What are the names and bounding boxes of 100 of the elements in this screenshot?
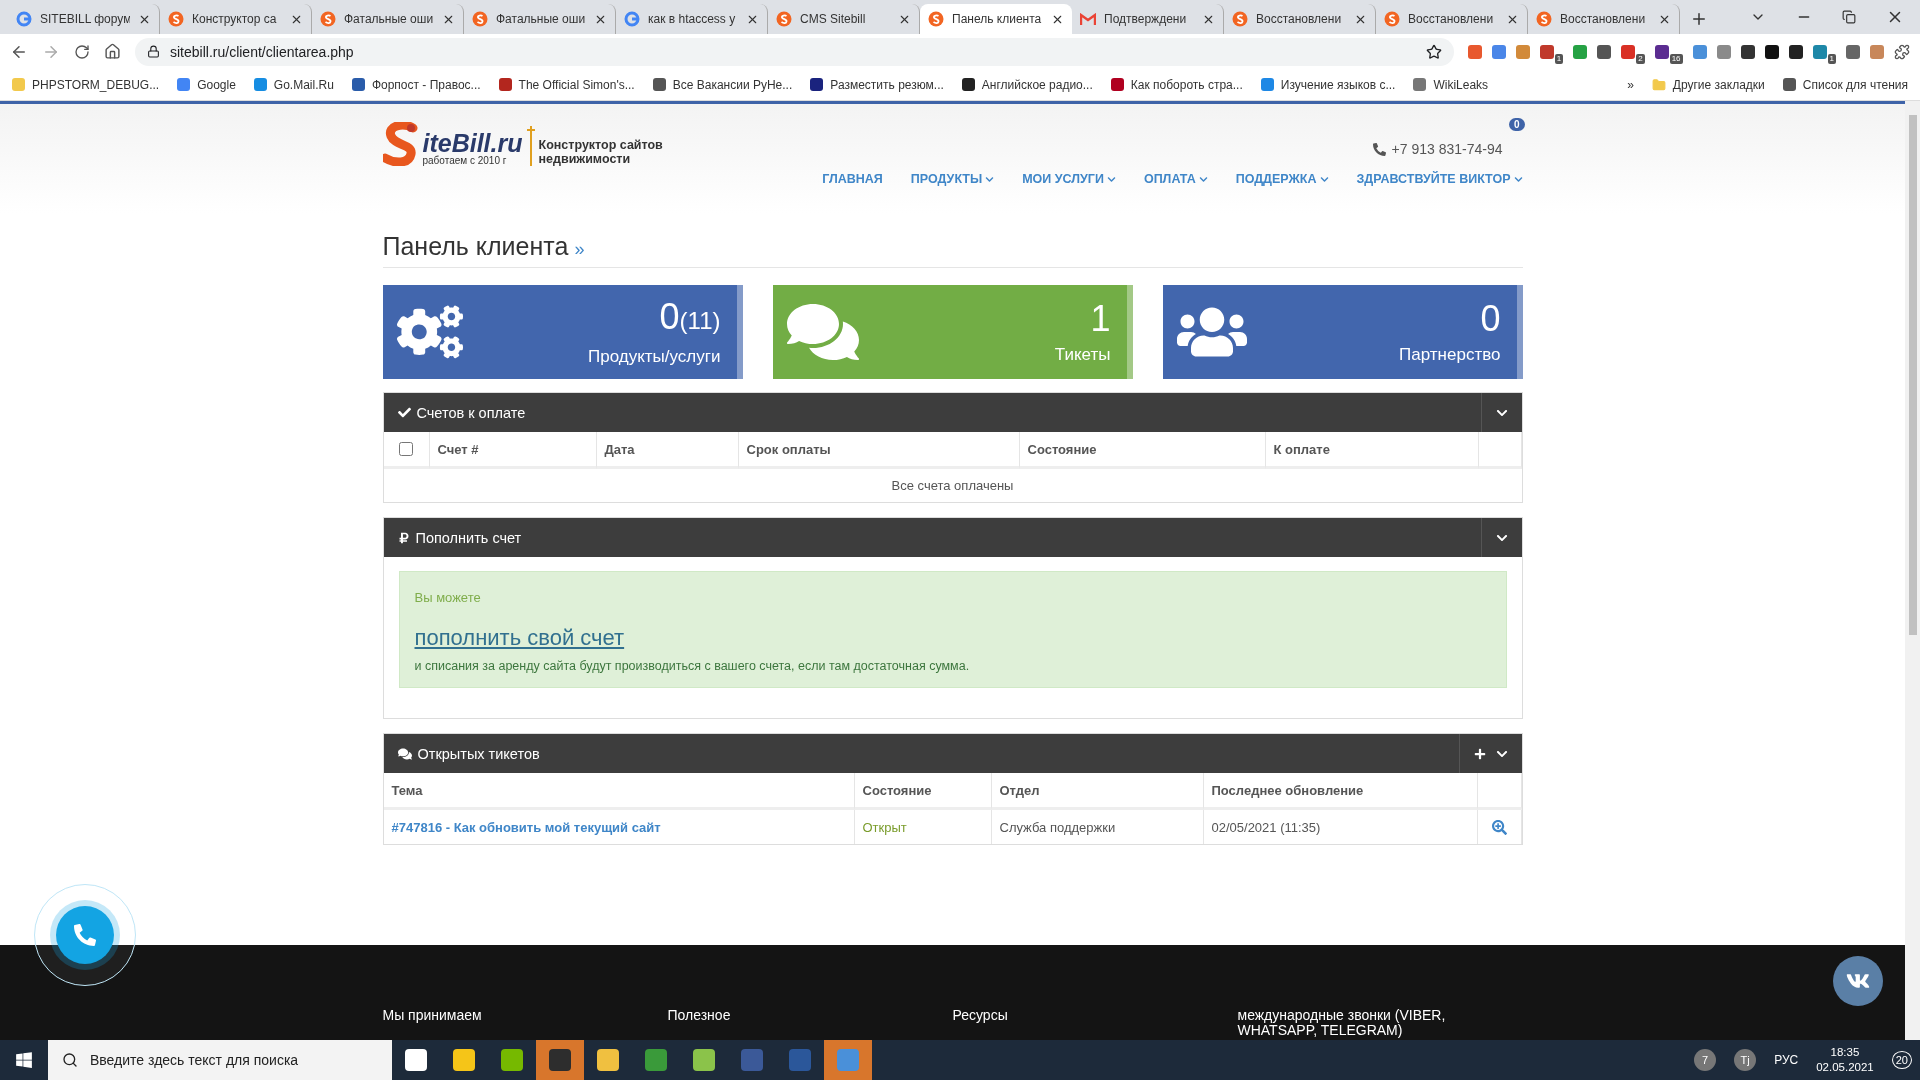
breadcrumb-mark: » [574,239,585,260]
tray-icon[interactable]: Tj [1734,1049,1757,1071]
select-all-checkbox[interactable] [399,442,413,456]
extension-icon[interactable] [1654,44,1669,59]
logo-subtitle: Конструктор сайтов [538,138,663,152]
bookmark-star-icon[interactable] [1425,43,1442,60]
new-tab-icon[interactable] [1690,10,1708,28]
call-button[interactable] [56,906,114,964]
add-icon[interactable] [1473,747,1486,760]
table-cell: Служба поддержки [991,810,1204,844]
bookmark[interactable]: The Official Simon's... [498,77,635,92]
browser-tab[interactable]: Панель клиента [920,4,1072,34]
top-up-link[interactable]: пополнить свой счет [414,625,625,651]
bookmark-folder[interactable]: Другие закладки [1651,77,1765,92]
panel-title: Открытых тикетов [417,745,540,762]
caret-icon [1513,174,1523,184]
info-text: и списания за аренду сайта будут производиться с вашего счета, если там достаточная сумма. [414,659,971,673]
restore-icon[interactable] [1842,10,1856,24]
tile-label: Продукты/услуги [588,347,721,367]
bookmark[interactable]: Изучение языков с... [1260,77,1396,92]
dragon-logo-icon [382,122,419,166]
bookmark[interactable]: Форпост - Правос... [351,77,481,92]
zoom-icon[interactable] [1491,819,1507,835]
tile-count: 0 [1479,299,1501,339]
site-logo[interactable]: iteBill.ru работаем с 2010 г Конструктор сайтов недвижимости [382,122,663,166]
windows-icon [15,1051,33,1069]
search-icon [62,1052,78,1068]
bookmark[interactable]: Все Вакансии РуНе... [652,77,793,92]
cart-count-badge: 0 [1508,118,1525,131]
bookmark[interactable]: Как побороть стра... [1110,77,1243,92]
logo-name: iteBill.ru [422,131,523,155]
page-title: Панель клиента [382,232,569,261]
caret-icon [1319,174,1329,184]
extension-icon[interactable] [1788,44,1803,59]
clock[interactable]: 18:35 02.05.2021 [1816,1045,1874,1075]
lock-icon [147,45,160,58]
column-header[interactable]: К оплате [1265,432,1479,469]
language-indicator[interactable]: РУС [1774,1053,1799,1067]
footer-heading: Мы принимаем [382,1008,483,1025]
tile-count: 1 [1089,299,1111,339]
extension-badge: 1 [1827,53,1836,64]
search-placeholder: Введите здесь текст для поиска [90,1052,299,1068]
column-header[interactable]: Счет # [429,432,597,469]
footer-heading: международные звонки (VIBER, WHATSAPP, TELEGRAM) [1237,1008,1447,1038]
stat-tile[interactable]: 0 Партнерство [1162,285,1523,379]
logo-tagline: работаем с 2010 г [422,155,508,166]
footer-heading: Ресурсы [952,1008,1009,1025]
bookmark[interactable]: WikiLeaks [1413,77,1489,92]
chat-icon [397,746,412,761]
column-header[interactable]: Отдел [991,773,1204,810]
folder-icon [1651,77,1666,92]
column-header[interactable]: Тема [383,773,855,810]
column-header[interactable]: Состояние [1019,432,1266,469]
bookmark[interactable]: Google [177,77,236,92]
ticket-link[interactable]: #747816 - Как обновить мой текущий сайт [391,819,661,835]
caret-icon [1198,174,1208,184]
empty-message: Все счета оплачены [890,477,1015,495]
address-text: sitebill.ru/client/clientarea.php [170,43,355,60]
nav-link[interactable]: ПРОДУКТЫ [910,172,995,186]
logo-subtitle: недвижимости [538,152,632,166]
phone-icon [1372,142,1386,156]
panel-title: Пополнить счет [415,529,522,546]
status-cell: Открыт [854,810,992,844]
column-header[interactable]: Дата [596,432,739,469]
phone-icon [74,924,96,946]
nav-link[interactable]: ЗДРАВСТВУЙТЕ ВИКТОР [1356,172,1523,186]
reading-list-button[interactable]: Список для чтения [1782,77,1908,92]
panel-title: Счетов к оплате [416,404,526,421]
tile-count: 0(11) [658,297,721,339]
scrollbar-thumb[interactable] [1908,115,1917,635]
tray-icon[interactable]: 7 [1694,1049,1717,1071]
extension-icon[interactable] [1764,44,1779,59]
more-bookmarks-button[interactable]: » [1627,77,1634,92]
ruble-icon [397,531,410,544]
phone-number[interactable]: +7 913 831-74-94 [1391,141,1503,157]
extension-icon[interactable] [1597,44,1612,59]
caret-icon [1106,174,1116,184]
stat-tile[interactable]: 0(11) Продукты/услуги [382,285,743,379]
column-header[interactable]: Срок оплаты [738,432,1020,469]
bookmark[interactable]: Английское радио... [961,77,1093,92]
bookmark[interactable]: Go.Mail.Ru [253,77,334,92]
bookmark[interactable]: Разместить резюм... [810,77,944,92]
caret-icon [985,174,995,184]
nav-link[interactable]: МОИ УСЛУГИ [1022,172,1116,186]
info-intro: Вы можете [414,590,482,605]
nav-link[interactable]: ОПЛАТА [1143,172,1208,186]
nav-link[interactable]: ПОДДЕРЖКА [1235,172,1329,186]
taskbar-search[interactable]: Введите здесь текст для поиска [48,1040,392,1080]
column-header[interactable]: Последнее обновление [1203,773,1478,810]
home-icon[interactable] [104,43,121,60]
table-cell: 02/05/2021 (11:35) [1203,810,1478,844]
bookmark[interactable]: PHPSTORM_DEBUG... [12,77,160,92]
scrollbar[interactable] [1905,101,1920,1040]
extensions-icon[interactable] [1894,43,1910,60]
tile-label: Тикеты [1054,345,1111,365]
column-header[interactable]: Состояние [854,773,992,810]
reload-icon[interactable] [74,43,90,60]
extension-icon[interactable] [1740,44,1755,59]
nav-link[interactable]: ГЛАВНАЯ [822,172,883,186]
address-bar[interactable]: sitebill.ru/client/clientarea.php [135,37,1454,66]
